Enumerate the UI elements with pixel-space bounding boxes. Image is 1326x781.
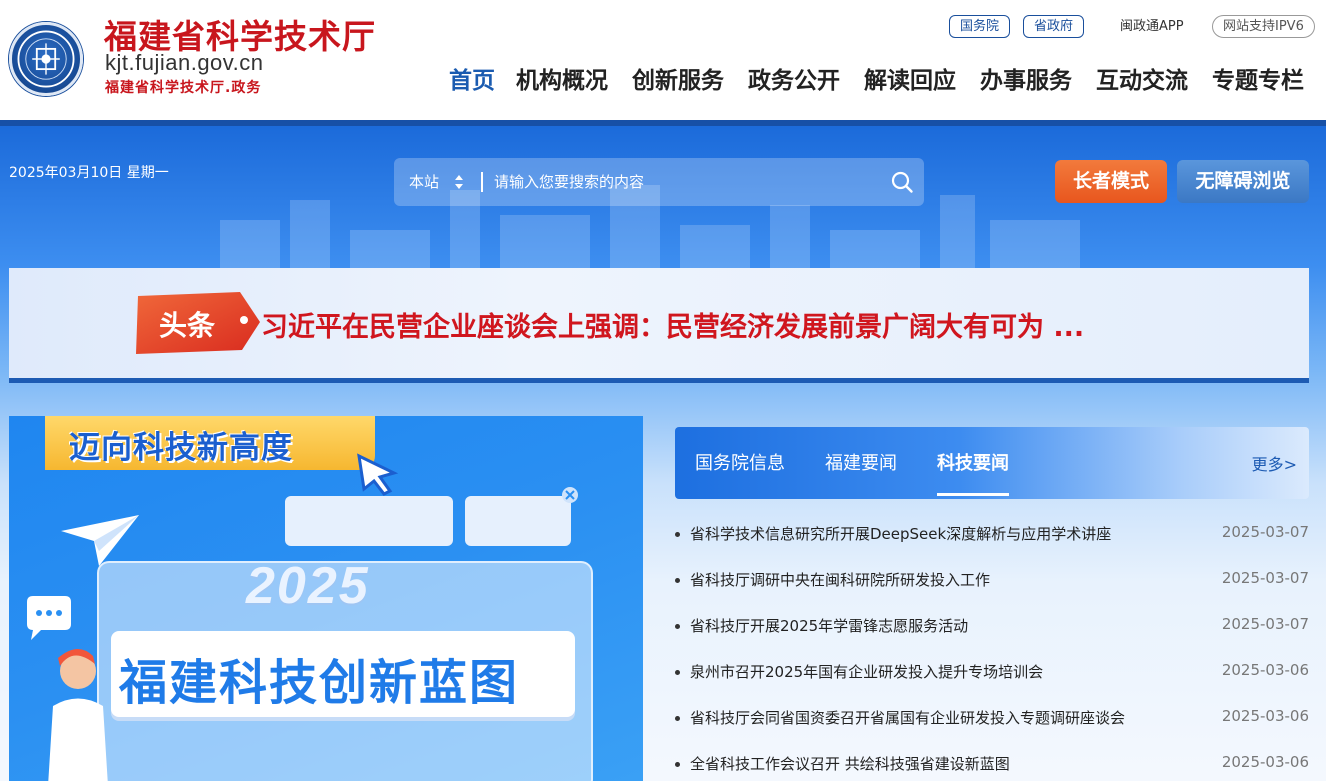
nav-gov-affairs[interactable]: 政务公开: [748, 64, 840, 98]
headline-tag-label: 头条: [159, 309, 216, 342]
banner-divider: [0, 120, 1326, 126]
active-tab-indicator: [937, 493, 1009, 496]
bullet-icon: [675, 670, 680, 675]
tab-fujian-news[interactable]: 福建要闻: [825, 449, 897, 475]
bullet-icon: [675, 624, 680, 629]
news-tabs: 国务院信息 福建要闻 科技要闻 更多>: [675, 427, 1309, 499]
image-card-decoration: [465, 496, 571, 546]
news-item[interactable]: 省科学技术信息研究所开展DeepSeek深度解析与应用学术讲座 2025-03-…: [675, 519, 1309, 549]
headline-link[interactable]: 习近平在民营企业座谈会上强调：民营经济发展前景广阔大有可为 ...: [261, 305, 1084, 344]
news-date: 2025-03-06: [1221, 707, 1309, 725]
news-panel: 国务院信息 福建要闻 科技要闻 更多> 省科学技术信息研究所开展DeepSeek…: [675, 427, 1309, 781]
search-input[interactable]: [494, 158, 874, 206]
cursor-arrow-icon: [357, 453, 399, 496]
news-title[interactable]: 省科学技术信息研究所开展DeepSeek深度解析与应用学术讲座: [690, 523, 1111, 544]
main-nav: 首页 机构概况 创新服务 政务公开 解读回应 办事服务 互动交流 专题专栏: [440, 64, 1320, 100]
bullet-icon: [675, 716, 680, 721]
news-date: 2025-03-06: [1221, 661, 1309, 679]
nav-innovation[interactable]: 创新服务: [632, 64, 724, 98]
search-icon[interactable]: [890, 170, 914, 194]
elder-mode-button[interactable]: 长者模式: [1055, 160, 1167, 203]
news-item[interactable]: 省科技厅会同省国资委召开省属国有企业研发投入专题调研座谈会 2025-03-06: [675, 703, 1309, 733]
top-links: 国务院 省政府 闽政通APP 网站支持IPV6: [948, 15, 1318, 39]
nav-special-topics[interactable]: 专题专栏: [1212, 64, 1304, 98]
news-item[interactable]: 全省科技工作会议召开 共绘科技强省建设新蓝图 2025-03-06: [675, 749, 1309, 779]
ipv6-badge[interactable]: 网站支持IPV6: [1212, 15, 1315, 38]
feature-heading: 迈向科技新高度: [69, 430, 293, 466]
news-item[interactable]: 泉州市召开2025年国有企业研发投入提升专场培训会 2025-03-06: [675, 657, 1309, 687]
nav-interaction[interactable]: 互动交流: [1096, 64, 1188, 98]
bullet-icon: [675, 532, 680, 537]
nav-organization[interactable]: 机构概况: [516, 64, 608, 98]
site-subtitle: 福建省科学技术厅.政务: [105, 80, 262, 96]
feature-carousel[interactable]: 迈向科技新高度 2025 福建科技创新蓝图: [9, 416, 643, 781]
bullet-icon: [675, 762, 680, 767]
news-date: 2025-03-07: [1221, 569, 1309, 587]
chat-bubble-icon: [27, 596, 71, 640]
nav-home[interactable]: 首页: [449, 64, 495, 98]
news-title[interactable]: 省科技厅会同省国资委召开省属国有企业研发投入专题调研座谈会: [690, 707, 1125, 728]
state-council-link[interactable]: 国务院: [949, 15, 1011, 38]
news-date: 2025-03-07: [1221, 615, 1309, 633]
news-title[interactable]: 全省科技工作会议召开 共绘科技强省建设新蓝图: [690, 753, 1010, 774]
site-header: 福建省科学技术厅 kjt.fujian.gov.cn 福建省科学技术厅.政务 国…: [0, 0, 1326, 120]
search-scope-select[interactable]: 本站: [409, 158, 439, 206]
accessible-browse-button[interactable]: 无障碍浏览: [1177, 160, 1309, 203]
app-link[interactable]: 闽政通APP: [1120, 15, 1184, 38]
bullet-icon: [675, 578, 680, 583]
news-title[interactable]: 省科技厅开展2025年学雷锋志愿服务活动: [690, 615, 968, 636]
feature-year: 2025: [246, 557, 370, 615]
news-date: 2025-03-07: [1221, 523, 1309, 541]
current-date: 2025年03月10日 星期一: [9, 165, 169, 181]
person-illustration-icon: [48, 648, 108, 781]
news-date: 2025-03-06: [1221, 753, 1309, 771]
feature-heading-banner: 迈向科技新高度: [45, 416, 375, 470]
sort-arrows-icon[interactable]: [452, 171, 466, 193]
feature-title-card: 福建科技创新蓝图: [111, 631, 575, 717]
tab-state-council-info[interactable]: 国务院信息: [695, 449, 785, 475]
provincial-gov-link[interactable]: 省政府: [1023, 15, 1085, 38]
site-domain: kjt.fujian.gov.cn: [105, 50, 264, 75]
search-divider: [481, 172, 483, 192]
department-emblem-icon[interactable]: [9, 22, 83, 96]
more-news-link[interactable]: 更多>: [1252, 451, 1297, 475]
search-bar: 本站: [394, 158, 924, 206]
ui-card-decoration: [285, 496, 453, 546]
news-item[interactable]: 省科技厅开展2025年学雷锋志愿服务活动 2025-03-07: [675, 611, 1309, 641]
close-icon: [562, 487, 578, 503]
nav-services[interactable]: 办事服务: [980, 64, 1072, 98]
news-title[interactable]: 泉州市召开2025年国有企业研发投入提升专场培训会: [690, 661, 1043, 682]
nav-interpretation[interactable]: 解读回应: [864, 64, 956, 98]
headline-strip: 头条 习近平在民营企业座谈会上强调：民营经济发展前景广阔大有可为 ...: [9, 268, 1309, 383]
news-item[interactable]: 省科技厅调研中央在闽科研院所研发投入工作 2025-03-07: [675, 565, 1309, 595]
news-title[interactable]: 省科技厅调研中央在闽科研院所研发投入工作: [690, 569, 990, 590]
feature-title: 福建科技创新蓝图: [119, 655, 520, 711]
tab-tech-news[interactable]: 科技要闻: [937, 449, 1009, 475]
